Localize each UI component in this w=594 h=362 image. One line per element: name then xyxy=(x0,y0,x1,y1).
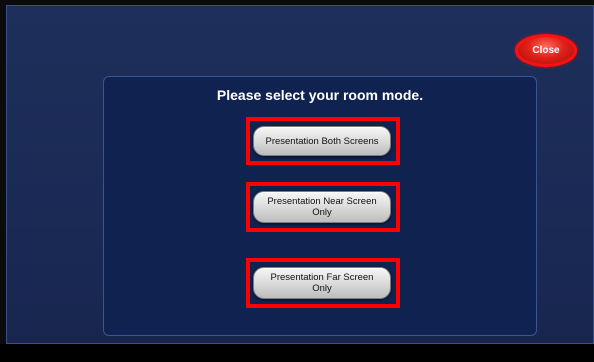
presentation-both-screens-button[interactable]: Presentation Both Screens xyxy=(253,126,391,156)
presentation-near-screen-only-button[interactable]: Presentation Near Screen Only xyxy=(253,191,391,223)
presentation-far-screen-only-button[interactable]: Presentation Far Screen Only xyxy=(253,267,391,299)
close-button[interactable]: Close xyxy=(515,34,577,67)
room-mode-prompt: Please select your room mode. xyxy=(216,87,424,103)
touch-panel-screen: Close Please select your room mode. Pres… xyxy=(0,0,594,362)
bottom-bar xyxy=(0,344,594,362)
